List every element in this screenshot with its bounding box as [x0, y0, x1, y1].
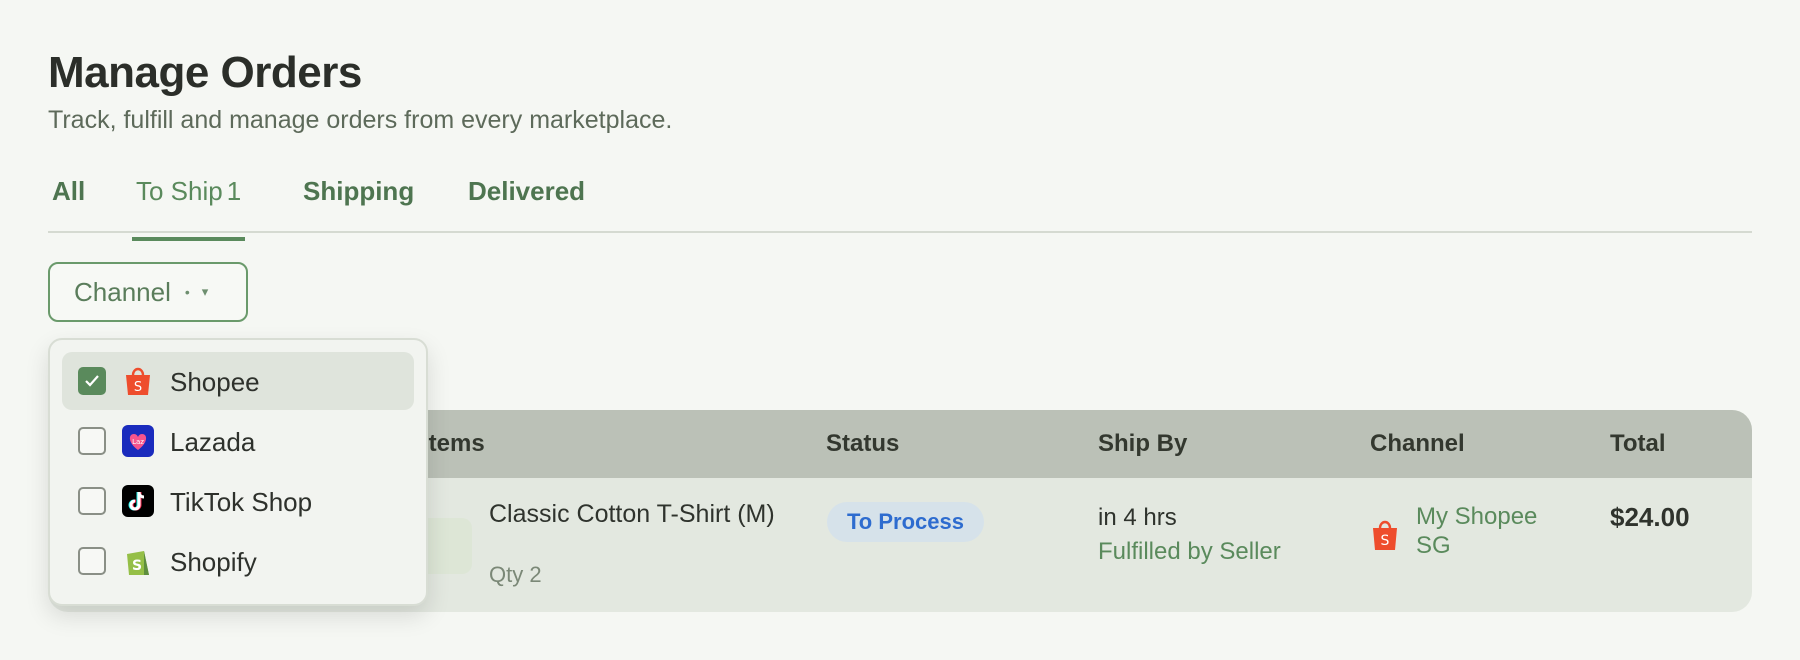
- checkbox-unchecked[interactable]: [78, 427, 106, 455]
- tab-to-ship[interactable]: To Ship 1: [132, 176, 246, 241]
- chevron-down-icon: ▾: [201, 284, 209, 299]
- channel-filter-button[interactable]: Channel • ▾: [48, 262, 248, 322]
- channel-option-lazada[interactable]: Laz Lazada: [62, 412, 414, 470]
- tiktok-icon: [122, 485, 154, 517]
- status-badge: To Process: [827, 502, 984, 542]
- item-quantity: Qty 2: [489, 562, 542, 587]
- column-header-items: Items: [422, 430, 485, 457]
- channel-option-label: Shopee: [170, 367, 260, 397]
- checkbox-unchecked[interactable]: [78, 487, 106, 515]
- checkbox-unchecked[interactable]: [78, 547, 106, 575]
- page: Manage Orders Track, fulfill and manage …: [0, 0, 1800, 660]
- tab-label: Shipping: [303, 176, 415, 206]
- column-header-ship-by: Ship By: [1098, 430, 1188, 457]
- channel-option-tiktok-shop[interactable]: TikTok Shop: [62, 472, 414, 530]
- shopify-icon: S: [127, 551, 149, 575]
- column-header-status: Status: [826, 430, 900, 457]
- tab-label: All: [52, 176, 86, 206]
- svg-text:Laz: Laz: [132, 438, 144, 446]
- tab-all[interactable]: All: [52, 176, 85, 233]
- column-header-total: Total: [1610, 430, 1666, 457]
- tab-count-badge: 1: [226, 176, 242, 206]
- channel-store-name[interactable]: My Shopee SG: [1416, 502, 1576, 560]
- shopee-icon: S: [126, 367, 150, 395]
- channel-option-shopee[interactable]: S Shopee: [62, 352, 414, 410]
- ship-by-time: in 4 hrs: [1098, 504, 1177, 531]
- tab-label: Delivered: [468, 176, 586, 206]
- fulfillment-type: Fulfilled by Seller: [1098, 538, 1281, 565]
- channel-filter-label: Channel: [74, 276, 171, 307]
- order-total: $24.00: [1610, 502, 1690, 532]
- filter-active-dot: •: [184, 284, 190, 300]
- channel-option-label: Shopify: [170, 547, 257, 577]
- svg-text:S: S: [1381, 533, 1390, 549]
- svg-text:S: S: [134, 380, 142, 395]
- checkmark-icon: [85, 375, 99, 387]
- channel-option-label: TikTok Shop: [170, 487, 313, 517]
- tab-label: To Ship: [136, 176, 223, 206]
- order-tabs: All To Ship 1 Shipping Delivered: [48, 168, 1752, 241]
- channel-dropdown-menu: S Shopee Laz Lazada TikTok Shop S Shopif…: [48, 338, 428, 606]
- channel-option-shopify[interactable]: S Shopify: [62, 532, 414, 590]
- page-subtitle: Track, fulfill and manage orders from ev…: [48, 106, 673, 134]
- channel-option-label: Lazada: [170, 427, 256, 457]
- checkbox-checked[interactable]: [78, 367, 106, 395]
- lazada-icon: Laz: [122, 425, 154, 457]
- svg-text:S: S: [132, 558, 142, 574]
- column-header-channel: Channel: [1370, 430, 1465, 457]
- shopee-icon: S: [1373, 520, 1397, 550]
- tab-delivered[interactable]: Delivered: [468, 176, 585, 233]
- tab-shipping[interactable]: Shipping: [303, 176, 414, 233]
- item-name: Classic Cotton T-Shirt (M): [489, 500, 775, 528]
- page-title: Manage Orders: [48, 48, 362, 97]
